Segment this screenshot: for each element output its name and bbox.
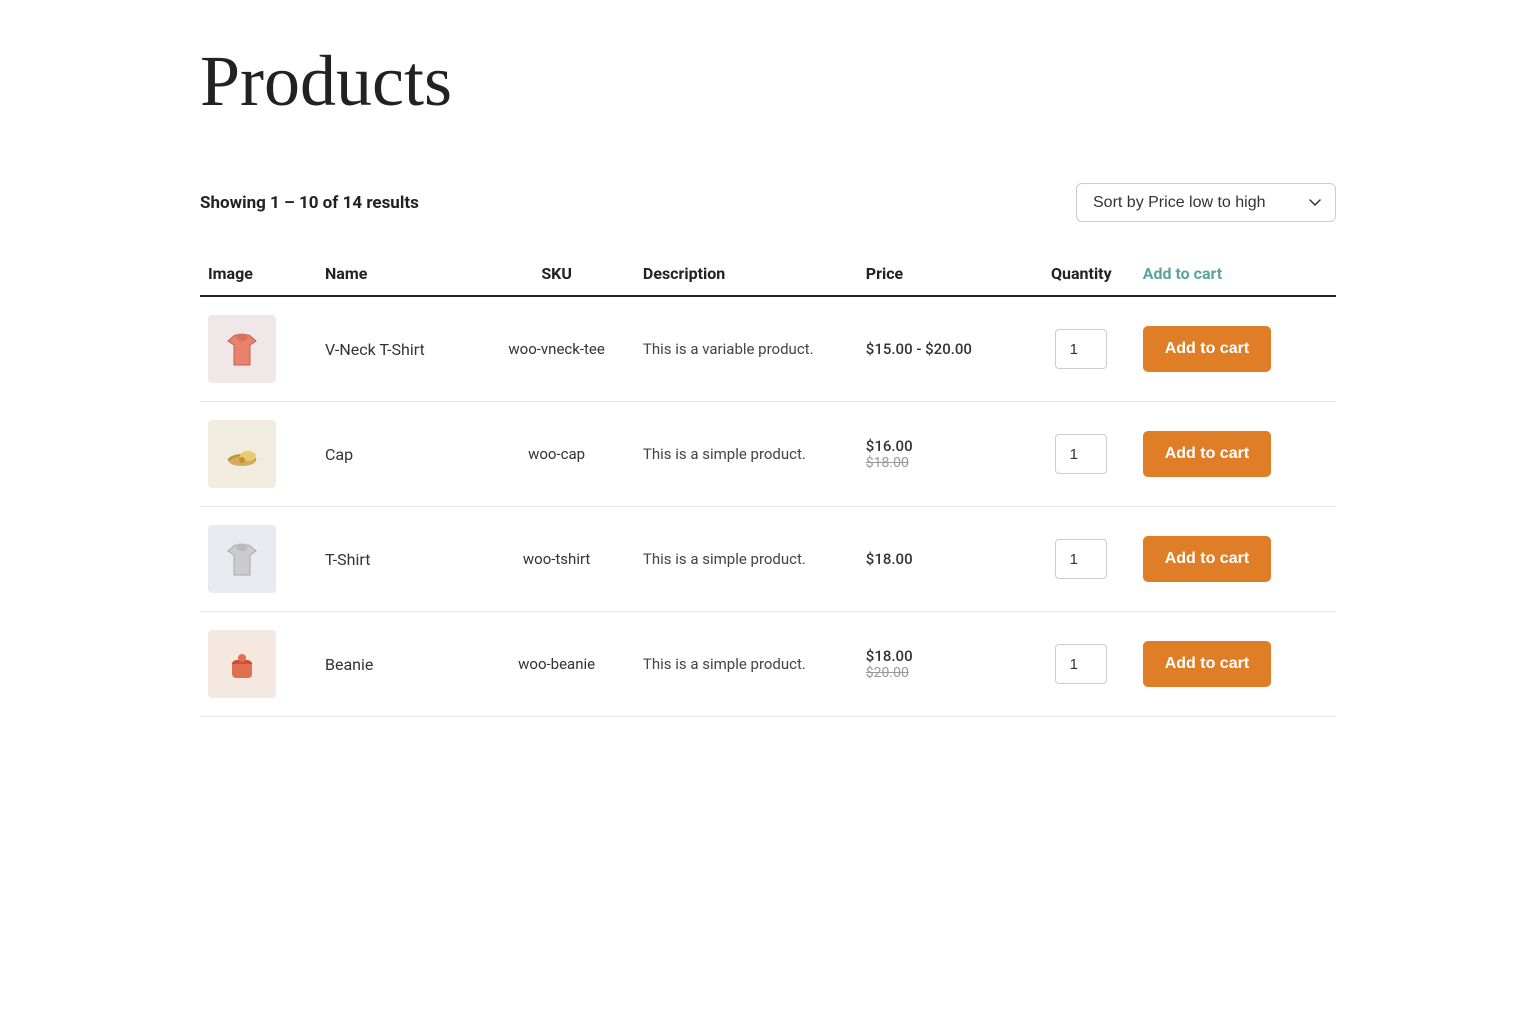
add-to-cart-cell: Add to cart	[1135, 402, 1336, 507]
col-price: Price	[858, 252, 1028, 296]
add-to-cart-cell: Add to cart	[1135, 507, 1336, 612]
col-add-to-cart: Add to cart	[1135, 252, 1336, 296]
product-image-cell	[200, 507, 317, 612]
price-main: $15.00 - $20.00	[866, 340, 1020, 358]
col-image: Image	[200, 252, 317, 296]
product-price: $16.00$18.00	[858, 402, 1028, 507]
product-description: This is a simple product.	[635, 507, 858, 612]
col-description: Description	[635, 252, 858, 296]
price-main: $18.00	[866, 550, 1020, 568]
quantity-input[interactable]	[1055, 329, 1107, 369]
product-name: Cap	[317, 402, 478, 507]
toolbar: Showing 1 – 10 of 14 results Default sor…	[200, 183, 1336, 222]
product-image-cell	[200, 402, 317, 507]
products-table: Image Name SKU Description Price Quantit…	[200, 252, 1336, 717]
product-name: T-Shirt	[317, 507, 478, 612]
product-image-cell	[200, 296, 317, 402]
col-name: Name	[317, 252, 478, 296]
product-description: This is a variable product.	[635, 296, 858, 402]
col-sku: SKU	[478, 252, 635, 296]
add-to-cart-button[interactable]: Add to cart	[1143, 536, 1271, 582]
quantity-input[interactable]	[1055, 644, 1107, 684]
product-quantity-cell	[1028, 402, 1135, 507]
product-price: $15.00 - $20.00	[858, 296, 1028, 402]
product-image	[208, 630, 276, 698]
quantity-input[interactable]	[1055, 434, 1107, 474]
results-count: Showing 1 – 10 of 14 results	[200, 193, 419, 213]
product-image	[208, 525, 276, 593]
product-quantity-cell	[1028, 296, 1135, 402]
table-row: Capwoo-capThis is a simple product.$16.0…	[200, 402, 1336, 507]
product-price: $18.00	[858, 507, 1028, 612]
table-row: T-Shirtwoo-tshirtThis is a simple produc…	[200, 507, 1336, 612]
product-image	[208, 315, 276, 383]
product-description: This is a simple product.	[635, 402, 858, 507]
product-quantity-cell	[1028, 612, 1135, 717]
product-image	[208, 420, 276, 488]
table-row: Beaniewoo-beanieThis is a simple product…	[200, 612, 1336, 717]
product-description: This is a simple product.	[635, 612, 858, 717]
sort-select[interactable]: Default sortingSort by popularitySort by…	[1076, 183, 1336, 222]
table-header-row: Image Name SKU Description Price Quantit…	[200, 252, 1336, 296]
add-to-cart-button[interactable]: Add to cart	[1143, 326, 1271, 372]
product-sku: woo-cap	[478, 402, 635, 507]
product-sku: woo-beanie	[478, 612, 635, 717]
quantity-input[interactable]	[1055, 539, 1107, 579]
add-to-cart-cell: Add to cart	[1135, 612, 1336, 717]
add-to-cart-button[interactable]: Add to cart	[1143, 641, 1271, 687]
price-main: $18.00	[866, 647, 1020, 665]
price-old: $18.00	[866, 455, 1020, 471]
product-price: $18.00$20.00	[858, 612, 1028, 717]
product-sku: woo-tshirt	[478, 507, 635, 612]
product-name: Beanie	[317, 612, 478, 717]
product-name: V-Neck T-Shirt	[317, 296, 478, 402]
sort-wrapper: Default sortingSort by popularitySort by…	[1076, 183, 1336, 222]
table-row: V-Neck T-Shirtwoo-vneck-teeThis is a var…	[200, 296, 1336, 402]
price-old: $20.00	[866, 665, 1020, 681]
page-title: Products	[200, 40, 1336, 123]
product-image-cell	[200, 612, 317, 717]
product-sku: woo-vneck-tee	[478, 296, 635, 402]
add-to-cart-cell: Add to cart	[1135, 296, 1336, 402]
price-main: $16.00	[866, 437, 1020, 455]
add-to-cart-button[interactable]: Add to cart	[1143, 431, 1271, 477]
col-quantity: Quantity	[1028, 252, 1135, 296]
product-quantity-cell	[1028, 507, 1135, 612]
